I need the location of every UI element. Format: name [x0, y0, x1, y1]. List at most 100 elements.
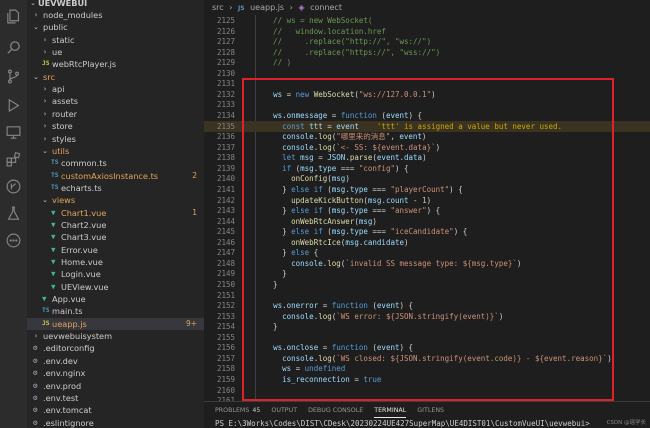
code-line[interactable]: 2140 onConfig(msg) [204, 173, 650, 184]
tree-file[interactable]: ▼ Home.vue [27, 256, 204, 268]
tree-folder[interactable]: ⌄ public [27, 21, 204, 33]
breadcrumb-folder[interactable]: src [212, 3, 224, 12]
code-line[interactable]: 2148 console.log(`invalid SS message typ… [204, 258, 650, 269]
code-line[interactable]: 2141 } else if (msg.type === "playerCoun… [204, 184, 650, 195]
activity-bar [0, 0, 27, 428]
code-line[interactable]: 2149 } [204, 268, 650, 279]
tree-file[interactable]: ⚙ .env.nginx [27, 367, 204, 379]
tree-folder[interactable]: › assets [27, 95, 204, 107]
code-line[interactable]: 2147 } else { [204, 247, 650, 258]
tree-file[interactable]: ▼ Chart1.vue 1 [27, 207, 204, 219]
tree-item-label: node_modules [43, 10, 103, 20]
tree-file[interactable]: TS echarts.ts [27, 182, 204, 194]
tree-file[interactable]: ▼ Login.vue [27, 268, 204, 280]
tree-file[interactable]: ▼ Chart3.vue [27, 231, 204, 243]
tree-file[interactable]: ▼ Error.vue [27, 244, 204, 256]
tree-folder[interactable]: › store [27, 120, 204, 132]
tree-folder[interactable]: › static [27, 34, 204, 46]
tree-file[interactable]: ⚙ .env.dev [27, 355, 204, 367]
tree-file[interactable]: JS ueapp.js 9+ [27, 317, 204, 330]
tree-folder[interactable]: › styles [27, 133, 204, 145]
explorer-icon[interactable] [5, 8, 22, 25]
code-line[interactable]: 2145 } else if (msg.type === "iceCandida… [204, 226, 650, 237]
code-line[interactable]: 2160 [204, 385, 650, 396]
code-line[interactable]: 2128 // .replace("https://", "wss://") [204, 47, 650, 58]
tree-folder[interactable]: › api [27, 83, 204, 95]
source-control-icon[interactable] [5, 68, 22, 85]
testing-icon[interactable] [5, 205, 22, 222]
breadcrumb-symbol[interactable]: connect [310, 3, 342, 12]
tree-item-label: .env.tomcat [43, 405, 92, 416]
code-line[interactable]: 2139 if (msg.type === "config") { [204, 163, 650, 174]
code-line[interactable]: 2150 } [204, 279, 650, 290]
code-line[interactable]: 2143 } else if (msg.type === "answer") { [204, 205, 650, 216]
tree-file[interactable]: ▼ UEView.vue [27, 281, 204, 293]
code-line[interactable]: 2133 [204, 99, 650, 110]
breadcrumb-file[interactable]: ueapp.js [250, 3, 284, 12]
tree-file[interactable]: ⚙ .env.prod [27, 380, 204, 392]
tree-folder[interactable]: › ue [27, 46, 204, 58]
panel-tab-terminal[interactable]: TERMINAL [374, 404, 407, 418]
code-editor[interactable]: 2125 // ws = new WebSocket(2126 // windo… [204, 15, 650, 401]
extensions-icon[interactable] [5, 151, 22, 168]
code-line[interactable]: 2131 [204, 78, 650, 89]
git-graph-icon[interactable] [5, 178, 22, 195]
code-line[interactable]: 2137 console.log(`<- SS: ${event.data}`) [204, 142, 650, 153]
tree-file[interactable]: JS webRtcPlayer.js [27, 58, 204, 70]
tree-file[interactable]: ▼ Chart2.vue [27, 219, 204, 231]
panel-tab-gitlens[interactable]: GITLENS [417, 404, 444, 417]
code-line[interactable]: 2146 onWebRtcIce(msg.candidate) [204, 237, 650, 248]
line-number: 2126 [216, 26, 235, 36]
code-line[interactable]: 2129 // ) [204, 57, 650, 68]
panel-tab-debug-console[interactable]: DEBUG CONSOLE [308, 404, 363, 417]
code-line[interactable]: 2142 updateKickButton(msg.count - 1) [204, 195, 650, 206]
terminal-prompt[interactable]: PS E:\3Works\Codes\DIST\CDesk\20230224UE… [215, 419, 590, 428]
code-line[interactable]: 2126 // window.location.href [204, 26, 650, 37]
breadcrumb-separator: › [289, 3, 293, 12]
explorer-root[interactable]: ⌄ UEVWEBUI [27, 0, 204, 9]
tree-folder[interactable]: › node_modules [27, 9, 204, 21]
code-line[interactable]: 2157 console.log(`WS closed: ${JSON.stri… [204, 353, 650, 364]
code-line[interactable]: 2151 [204, 290, 650, 301]
run-debug-icon[interactable] [5, 97, 22, 114]
code-line[interactable]: 2135 const ttt = event 'ttt' is assigned… [204, 120, 650, 132]
tree-item-label: common.ts [61, 158, 107, 169]
code-line[interactable]: 2153 console.log(`WS error: ${JSON.strin… [204, 311, 650, 322]
code-line[interactable]: 2144 onWebRtcAnswer(msg) [204, 216, 650, 227]
code-line[interactable]: 2154 } [204, 321, 650, 332]
code-line[interactable]: 2155 [204, 332, 650, 343]
tree-file[interactable]: ⚙ .env.tomcat [27, 404, 204, 416]
search-icon[interactable] [5, 39, 22, 56]
code-line[interactable]: 2127 // .replace("http://", "ws://") [204, 36, 650, 47]
line-number: 2132 [216, 89, 235, 99]
tree-item-label: App.vue [52, 294, 86, 305]
panel-tab-problems[interactable]: PROBLEMS 45 [215, 404, 260, 417]
code-line[interactable]: 2132 ws = new WebSocket("ws://127.0.0.1"… [204, 89, 650, 100]
tree-file[interactable]: ⚙ .eslintignore [27, 417, 204, 428]
code-line[interactable]: 2159 is_reconnection = true [204, 374, 650, 385]
tree-file[interactable]: ⚙ .env.test [27, 392, 204, 404]
remote-explorer-icon[interactable] [5, 124, 22, 141]
tree-file[interactable]: ⚙ .editorconfig [27, 342, 204, 354]
code-line[interactable]: 2158 ws = undefined [204, 363, 650, 374]
code-line[interactable]: 2138 let msg = JSON.parse(event.data) [204, 152, 650, 163]
code-line[interactable]: 2136 console.log("哪里来的消息", event) [204, 131, 650, 142]
tree-folder[interactable]: › uevwebuisystem [27, 330, 204, 342]
tree-item-label: UEView.vue [61, 281, 109, 292]
code-line[interactable]: 2152 ws.onerror = function (event) { [204, 300, 650, 311]
tree-file[interactable]: ▼ App.vue [27, 293, 204, 305]
tree-folder[interactable]: ⌄ views [27, 194, 204, 206]
tree-file[interactable]: TS common.ts [27, 157, 204, 169]
code-line[interactable]: 2156 ws.onclose = function (event) { [204, 342, 650, 353]
code-line[interactable]: 2134 ws.onmessage = function (event) { [204, 110, 650, 121]
more-icon[interactable] [5, 232, 22, 249]
tree-file[interactable]: TS customAxiosInstance.ts 2 [27, 170, 204, 182]
panel-tab-output[interactable]: OUTPUT [271, 404, 297, 417]
tree-file[interactable]: TS main.ts [27, 305, 204, 317]
tree-item-label: ueapp.js [52, 318, 87, 329]
tree-folder[interactable]: › router [27, 108, 204, 120]
tree-folder[interactable]: ⌄ src [27, 71, 204, 83]
code-line[interactable]: 2130 [204, 68, 650, 79]
tree-folder[interactable]: ⌄ utils [27, 145, 204, 157]
code-line[interactable]: 2125 // ws = new WebSocket( [204, 15, 650, 26]
